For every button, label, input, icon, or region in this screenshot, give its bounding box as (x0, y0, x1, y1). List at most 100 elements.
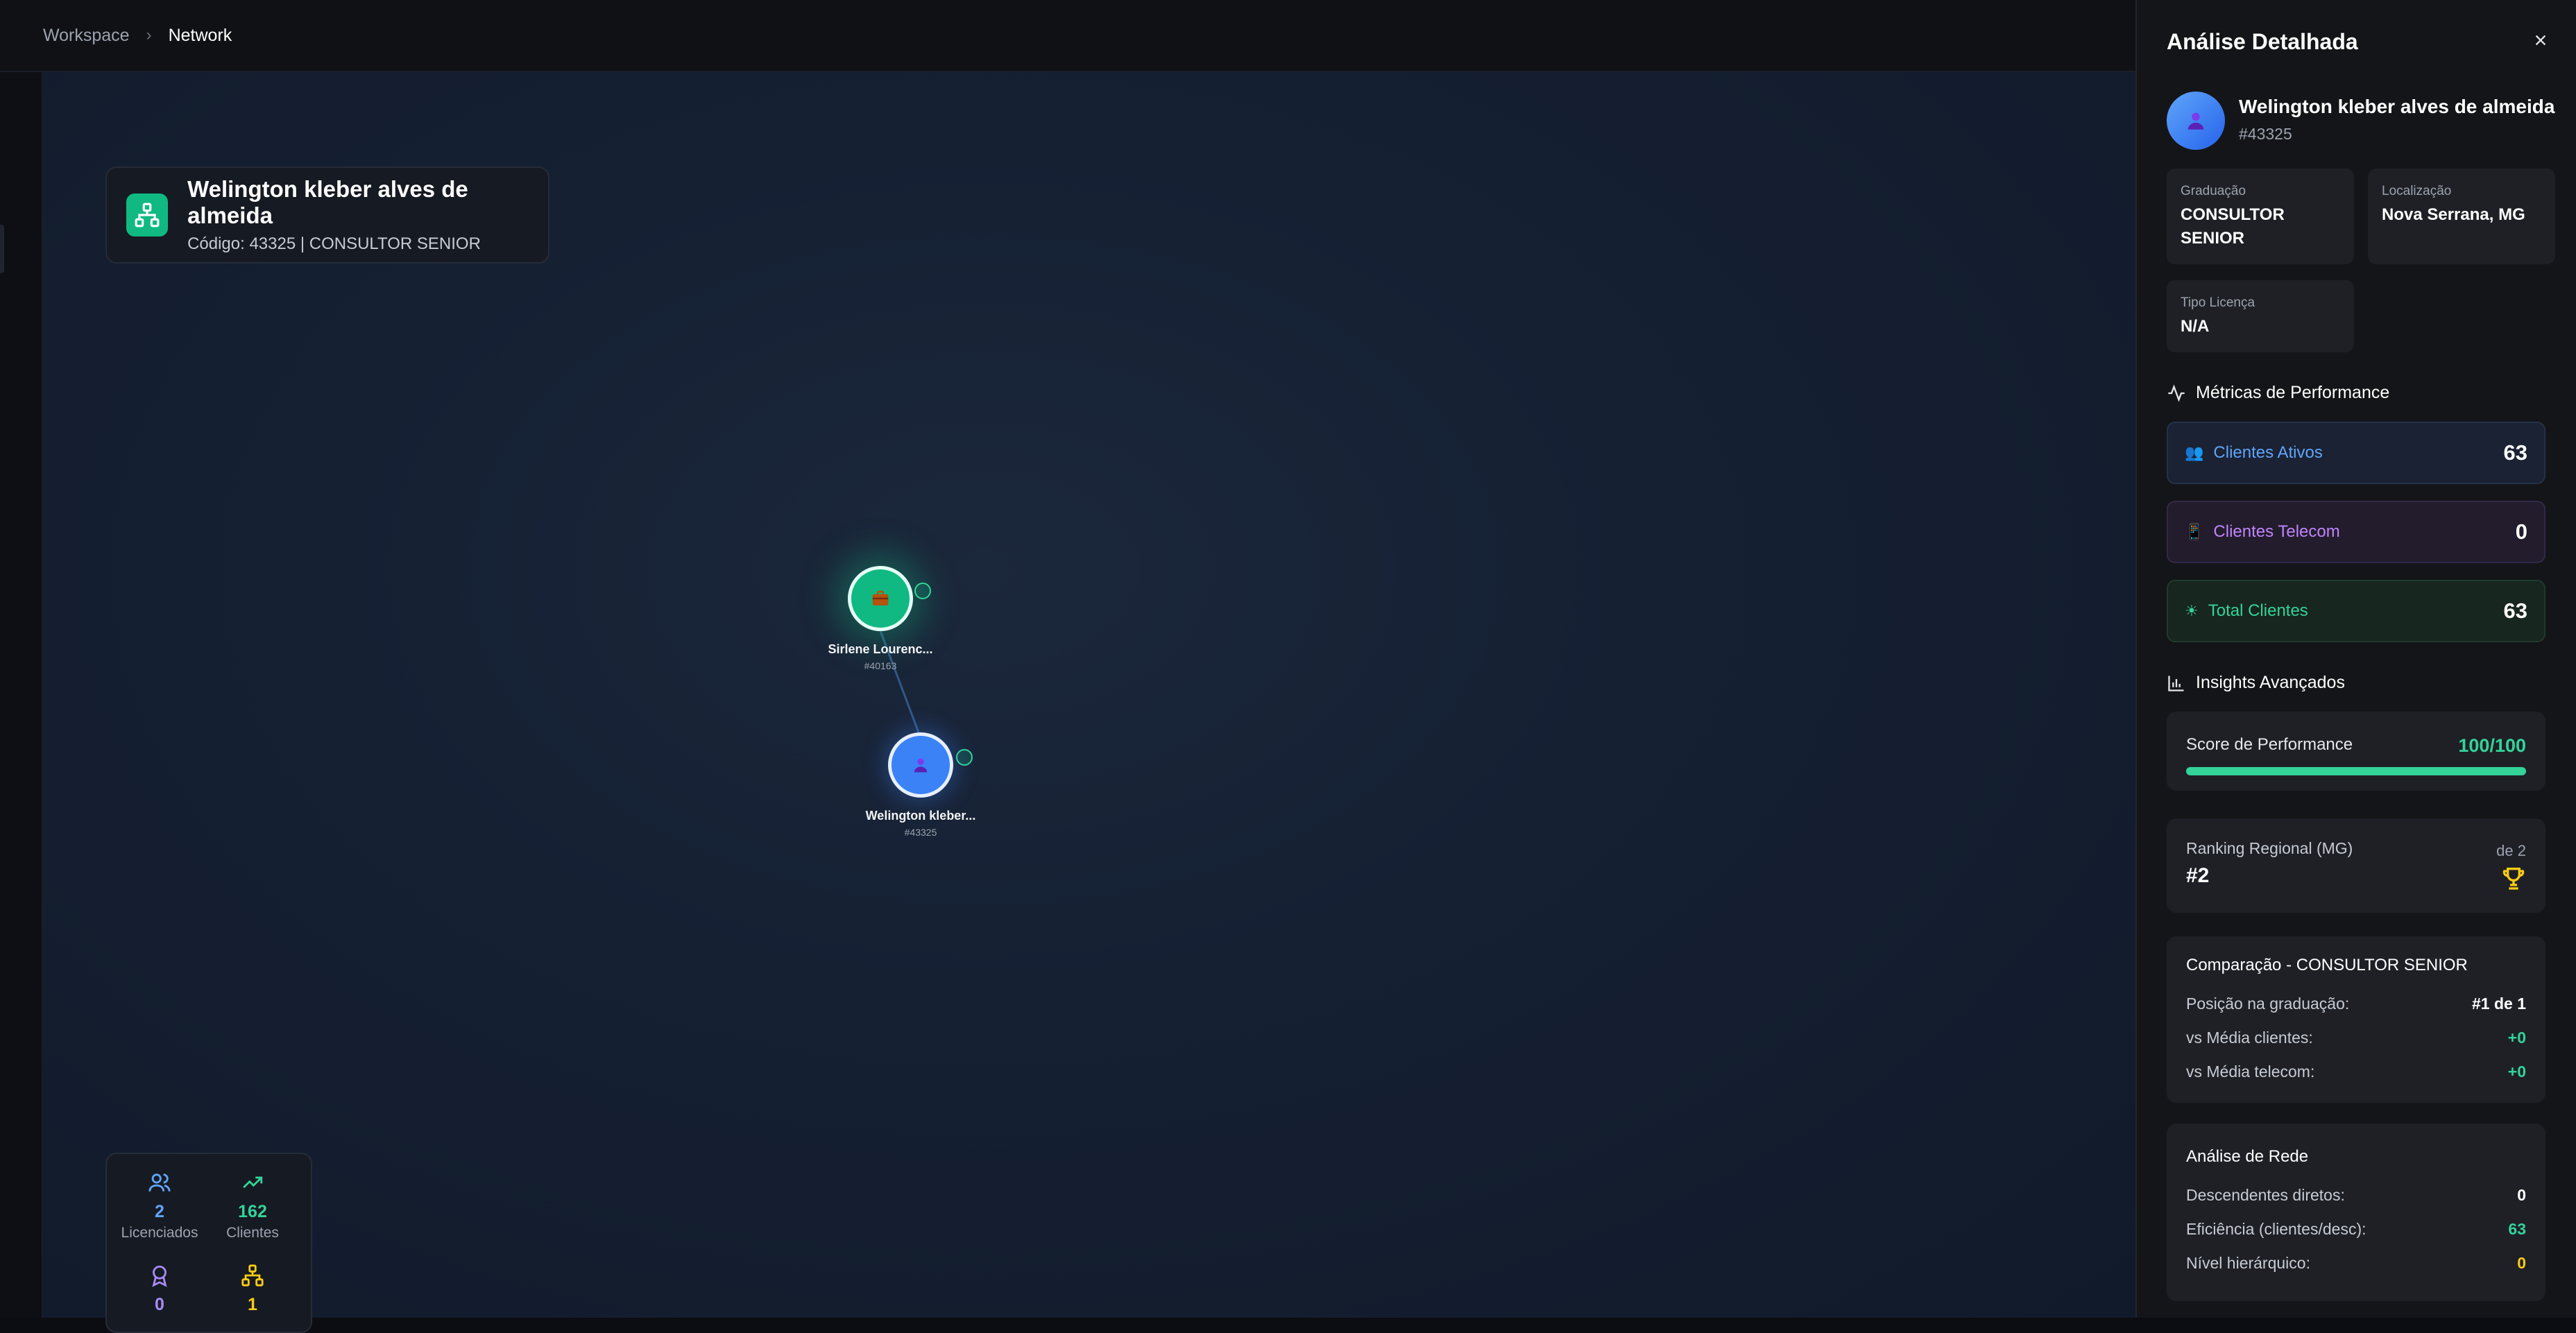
ranking-value: #2 (2186, 864, 2210, 887)
metric-label: Total Clientes (2208, 601, 2308, 620)
metric-clientes-telecom: 📱 Clientes Telecom 0 (2167, 501, 2545, 563)
insights-title: Insights Avançados (2196, 673, 2345, 692)
stat-clientes: 162 Clientes (204, 1171, 301, 1241)
left-rail (0, 72, 43, 1318)
row-label: Posição na graduação: (2186, 995, 2350, 1013)
rede-title: Análise de Rede (2186, 1147, 2309, 1166)
rede-card: Análise de Rede Descendentes diretos: 0 … (2167, 1124, 2545, 1301)
metric-total-clientes: ☀ Total Clientes 63 (2167, 580, 2545, 642)
comparacao-title: Comparação - CONSULTOR SENIOR (2186, 956, 2468, 974)
info-value: CONSULTOR SENIOR (2181, 205, 2285, 248)
stat-network: 1 (204, 1264, 301, 1315)
row-value: 63 (2508, 1220, 2526, 1238)
activity-icon (2168, 384, 2185, 402)
info-label: Tipo Licença (2181, 295, 2255, 310)
metric-value: 0 (2515, 519, 2527, 544)
node-label: Welington kleber... (865, 809, 976, 823)
users-icon: 👥 (2185, 444, 2204, 461)
row-value: +0 (2507, 1029, 2526, 1047)
top-bar: Workspace › Network (0, 0, 2137, 72)
metric-label: Clientes Telecom (2213, 522, 2340, 541)
info-label: Graduação (2181, 184, 2246, 198)
comparacao-row: Posição na graduação: #1 de 1 (2186, 995, 2526, 1013)
info-licenca: Tipo Licença N/A (2167, 280, 2354, 352)
profile-code: #43325 (2239, 125, 2292, 143)
info-value: N/A (2181, 317, 2210, 336)
stat-licenciados-value: 2 (155, 1202, 164, 1221)
metrics-heading: Métricas de Performance (2167, 383, 2389, 403)
hierarchy-icon (241, 1264, 264, 1287)
row-label: vs Média telecom: (2186, 1063, 2315, 1081)
stat-licenciados: 2 Licenciados (111, 1171, 208, 1241)
expand-node-badge[interactable] (914, 583, 931, 599)
rede-row: Nível hierárquico: 0 (2186, 1254, 2526, 1273)
sun-icon: ☀ (2185, 602, 2199, 619)
stat-clientes-label: Clientes (226, 1225, 279, 1241)
row-value: 0 (2517, 1186, 2526, 1204)
close-button[interactable] (2525, 25, 2556, 55)
briefcase-icon (872, 590, 889, 605)
expand-node-badge[interactable] (956, 749, 973, 766)
breadcrumb-workspace[interactable]: Workspace (43, 26, 130, 46)
user-icon (914, 758, 928, 773)
network-canvas[interactable]: Welington kleber alves de almeida Código… (43, 72, 2135, 1333)
stat-clientes-value: 162 (238, 1202, 267, 1221)
rede-row: Descendentes diretos: 0 (2186, 1186, 2526, 1205)
rede-row: Eficiência (clientes/desc): 63 (2186, 1220, 2526, 1239)
avatar (2167, 92, 2225, 150)
detail-panel: Análise Detalhada Welington kleber alves… (2135, 0, 2576, 1318)
comparacao-card: Comparação - CONSULTOR SENIOR Posição na… (2167, 936, 2545, 1103)
network-node-selected[interactable] (888, 732, 953, 798)
phone-icon: 📱 (2185, 523, 2204, 540)
node-code: #43325 (904, 827, 937, 838)
metric-value: 63 (2503, 599, 2527, 623)
chevron-right-icon: › (146, 26, 152, 44)
node-label: Sirlene Lourenc... (828, 642, 933, 656)
comparacao-row: vs Média clientes: +0 (2186, 1029, 2526, 1047)
stat-licenciados-label: Licenciados (121, 1225, 198, 1241)
info-value: Nova Serrana, MG (2382, 205, 2525, 224)
comparacao-row: vs Média telecom: +0 (2186, 1063, 2526, 1081)
score-value: 100/100 (2458, 735, 2526, 756)
network-stats-card: 2 Licenciados 162 Clientes 0 1 (105, 1153, 312, 1333)
score-card: Score de Performance 100/100 (2167, 712, 2545, 791)
row-label: Eficiência (clientes/desc): (2186, 1220, 2366, 1238)
info-localizacao: Localização Nova Serrana, MG (2368, 169, 2555, 264)
network-node-sponsor[interactable] (848, 566, 913, 631)
score-label: Score de Performance (2186, 735, 2353, 754)
award-icon (152, 1265, 167, 1287)
user-icon (2187, 112, 2204, 130)
metrics-title: Métricas de Performance (2196, 383, 2390, 402)
insights-heading: Insights Avançados (2167, 673, 2345, 693)
ranking-card: Ranking Regional (MG) #2 de 2 (2167, 818, 2545, 913)
trophy-icon (2502, 868, 2525, 890)
node-code: #40163 (864, 660, 897, 671)
row-label: Nível hierárquico: (2186, 1254, 2310, 1272)
profile-name: Welington kleber alves de almeida (2239, 96, 2555, 117)
score-progress-track (2186, 767, 2526, 775)
metric-clientes-ativos: 👥 Clientes Ativos 63 (2167, 422, 2545, 484)
trending-up-icon (243, 1176, 263, 1189)
score-progress-fill (2186, 767, 2526, 775)
rail-handle[interactable] (0, 225, 4, 273)
breadcrumb-network: Network (168, 25, 232, 45)
panel-title: Análise Detalhada (2167, 29, 2358, 54)
metric-label: Clientes Ativos (2213, 443, 2323, 462)
row-value: #1 de 1 (2472, 995, 2526, 1013)
ranking-label: Ranking Regional (MG) (2186, 839, 2353, 857)
stat-awards: 0 (111, 1264, 208, 1315)
close-icon (2535, 35, 2546, 46)
info-graduacao: Graduação CONSULTOR SENIOR (2167, 169, 2354, 264)
metric-value: 63 (2503, 440, 2527, 465)
info-label: Localização (2382, 184, 2452, 198)
edge-line (879, 630, 920, 733)
stat-awards-value: 0 (155, 1295, 164, 1314)
bar-chart-icon (2168, 676, 2184, 691)
row-label: Descendentes diretos: (2186, 1186, 2345, 1204)
row-label: vs Média clientes: (2186, 1029, 2313, 1047)
row-value: 0 (2517, 1254, 2526, 1272)
users-icon (148, 1173, 171, 1192)
ranking-of: de 2 (2496, 842, 2526, 859)
row-value: +0 (2507, 1063, 2526, 1081)
stat-network-value: 1 (248, 1295, 257, 1314)
